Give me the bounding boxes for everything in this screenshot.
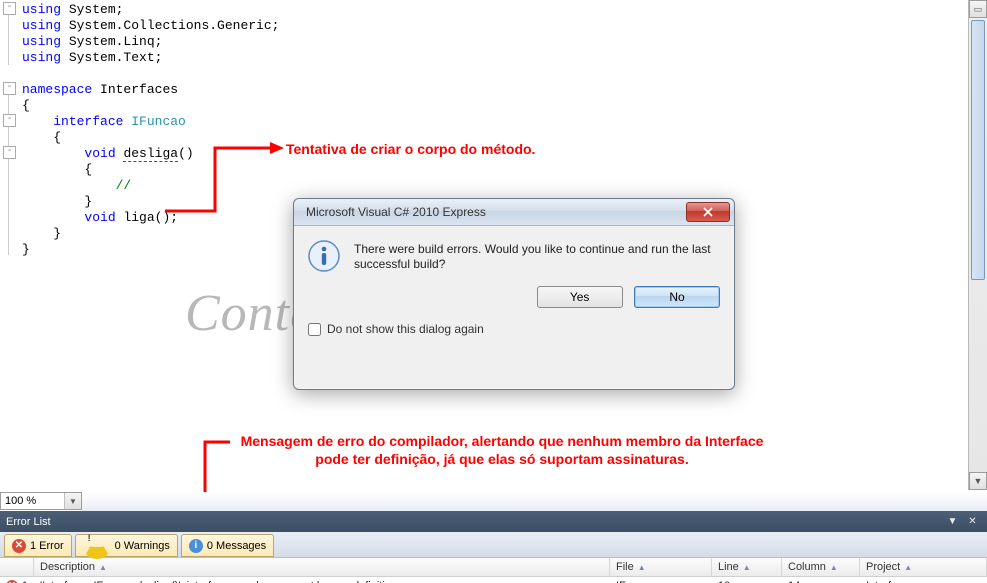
panel-title: Error List	[6, 516, 941, 528]
dialog-message: There were build errors. Would you like …	[354, 240, 720, 272]
zoom-value: 100 %	[5, 495, 36, 507]
build-errors-dialog: Microsoft Visual C# 2010 Express There w…	[293, 198, 735, 390]
scroll-down-button[interactable]: ▼	[969, 472, 987, 490]
error-row[interactable]: ✕1 'Interfaces.IFuncao.desliga()': inter…	[0, 577, 987, 583]
info-icon: i	[189, 539, 203, 553]
outline-gutter: - - - -	[0, 0, 20, 492]
chevron-down-icon[interactable]: ▼	[944, 514, 961, 529]
error-filter-tabs: ✕ 1 Error 0 Warnings i 0 Messages	[0, 532, 987, 558]
warnings-tab[interactable]: 0 Warnings	[75, 534, 178, 557]
messages-tab[interactable]: i 0 Messages	[181, 534, 274, 557]
no-button[interactable]: No	[634, 286, 720, 308]
close-icon	[702, 207, 714, 217]
fold-toggle[interactable]: -	[3, 114, 16, 127]
error-list-panel: Error List ▼ ✕ ✕ 1 Error 0 Warnings i 0 …	[0, 511, 987, 583]
col-line[interactable]: Line▲	[712, 558, 782, 576]
errors-tab[interactable]: ✕ 1 Error	[4, 534, 72, 557]
dialog-titlebar[interactable]: Microsoft Visual C# 2010 Express	[294, 199, 734, 226]
col-file[interactable]: File▲	[610, 558, 712, 576]
col-description[interactable]: Description▲	[34, 558, 610, 576]
hscroll-area	[82, 492, 987, 511]
close-button[interactable]	[686, 202, 730, 222]
dialog-title: Microsoft Visual C# 2010 Express	[306, 205, 686, 219]
checkbox-label: Do not show this dialog again	[327, 322, 484, 336]
close-icon[interactable]: ✕	[964, 514, 981, 529]
error-icon: ✕	[12, 539, 26, 553]
scroll-thumb[interactable]	[971, 20, 985, 280]
arrow-icon	[270, 142, 284, 154]
fold-toggle[interactable]: -	[3, 82, 16, 95]
fold-toggle[interactable]: -	[3, 146, 16, 159]
fold-toggle[interactable]: -	[3, 2, 16, 15]
vertical-scrollbar[interactable]: ▭ ▼	[968, 0, 987, 490]
error-list-header[interactable]: Error List ▼ ✕	[0, 511, 987, 532]
col-index[interactable]	[0, 558, 34, 576]
col-column[interactable]: Column▲	[782, 558, 860, 576]
dont-show-checkbox[interactable]	[308, 323, 321, 336]
col-project[interactable]: Project▲	[860, 558, 987, 576]
zoom-combo[interactable]: 100 % ▼	[0, 492, 82, 510]
annotation-text: Tentativa de criar o corpo do método.	[286, 141, 535, 157]
chevron-down-icon[interactable]: ▼	[64, 493, 81, 509]
warning-icon	[83, 533, 111, 559]
info-icon	[308, 240, 340, 272]
scroll-split-icon[interactable]: ▭	[969, 0, 987, 18]
annotation-text: Mensagem de erro do compilador, alertand…	[227, 432, 777, 468]
yes-button[interactable]: Yes	[537, 286, 623, 308]
error-columns: Description▲ File▲ Line▲ Column▲ Project…	[0, 558, 987, 577]
error-icon: ✕	[6, 580, 18, 583]
